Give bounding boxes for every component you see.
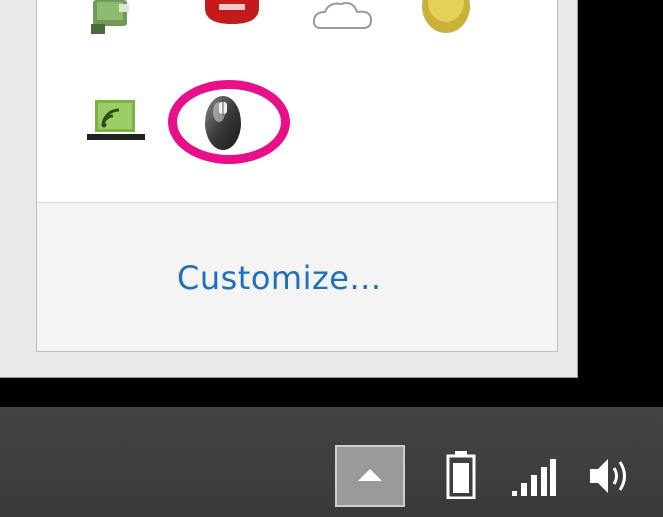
green-device-icon[interactable] (89, 0, 133, 40)
show-hidden-icons-button[interactable] (335, 445, 405, 507)
battery-icon[interactable] (446, 451, 476, 503)
flyout-panel: Customize... (36, 0, 558, 352)
red-badge-icon[interactable] (205, 0, 259, 30)
speaker-icon[interactable] (588, 453, 634, 503)
customize-link[interactable]: Customize... (177, 259, 381, 297)
yellow-circle-icon[interactable] (421, 0, 471, 38)
flyout-footer: Customize... (37, 203, 557, 351)
mouse-icon[interactable] (203, 92, 243, 156)
taskbar (0, 407, 663, 517)
tray-icon-grid (37, 0, 557, 202)
cloud-icon[interactable] (312, 0, 373, 34)
chevron-up-icon (358, 469, 382, 481)
desktop-screen: Customize... (0, 0, 663, 517)
signal-strength-icon[interactable] (512, 457, 556, 501)
tray-overflow-flyout: Customize... (0, 0, 578, 378)
wireless-display-icon[interactable] (87, 98, 147, 150)
